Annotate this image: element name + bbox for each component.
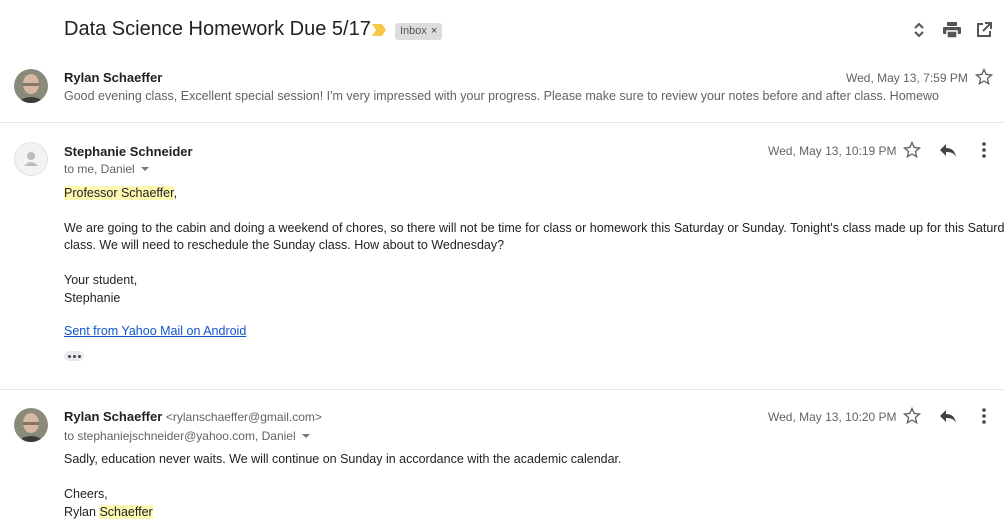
recipients-text: to stephaniejschneider@yahoo.com, Daniel [64,429,296,443]
reply-icon[interactable] [938,406,958,426]
highlighted-name: Schaeffer [99,505,153,519]
show-trimmed-content-button[interactable] [64,351,84,361]
expand-collapse-icon[interactable] [909,20,929,40]
recipients-text: to me, Daniel [64,162,135,176]
body-paragraph-line: Sadly, education never waits. We will co… [64,452,622,466]
message-divider [0,389,1004,390]
message-date: Wed, May 13, 10:20 PM [768,410,897,424]
more-vertical-icon[interactable] [974,406,994,426]
yahoo-mail-link[interactable]: Sent from Yahoo Mail on Android [64,324,246,338]
body-paragraph-line: class. We will need to reschedule the Su… [64,238,505,252]
signoff-line: Cheers, [64,487,108,501]
message-date: Wed, May 13, 7:59 PM [846,71,968,85]
signoff-name: Stephanie [64,291,121,305]
sender-name: Stephanie Schneider [64,144,193,159]
highlighted-name: Professor Schaeffer [64,186,174,200]
inbox-label-text: Inbox [400,25,427,37]
recipients-line: to me, Daniel [64,162,149,176]
signoff-first-name: Rylan [64,505,100,519]
chevron-down-icon[interactable] [140,167,149,171]
recipients-line: to stephaniejschneider@yahoo.com, Daniel [64,429,310,443]
message-date: Wed, May 13, 10:19 PM [768,144,897,158]
open-in-new-window-icon[interactable] [974,20,994,40]
sender-line: Rylan Schaeffer <rylanschaeffer@gmail.co… [64,409,322,424]
signoff-name: Rylan Schaeffer [64,504,153,521]
default-avatar-icon [14,142,48,176]
thread-subject: Data Science Homework Due 5/17 [64,18,371,40]
body-paragraph-line: We are going to the cabin and doing a we… [64,221,1004,235]
inbox-label-chip: Inbox × [395,23,443,40]
greeting-punctuation: , [173,186,178,200]
star-icon[interactable] [974,67,994,87]
greeting-line: Professor Schaeffer, [64,185,177,202]
star-icon[interactable] [902,140,922,160]
message-divider [0,122,1004,123]
star-icon[interactable] [902,406,922,426]
message-snippet[interactable]: Good evening class, Excellent special se… [64,89,939,103]
remove-label-button[interactable]: × [431,23,437,40]
print-icon[interactable] [942,20,962,40]
reply-icon[interactable] [938,140,958,160]
chevron-down-icon[interactable] [301,434,310,438]
sender-avatar [14,69,48,103]
importance-marker-icon[interactable] [371,24,387,36]
sender-name: Rylan Schaeffer [64,409,163,424]
sender-email: <rylanschaeffer@gmail.com> [165,410,322,424]
more-vertical-icon[interactable] [974,140,994,160]
signoff-line: Your student, [64,273,138,287]
sender-name: Rylan Schaeffer [64,70,163,85]
sender-avatar [14,408,48,442]
